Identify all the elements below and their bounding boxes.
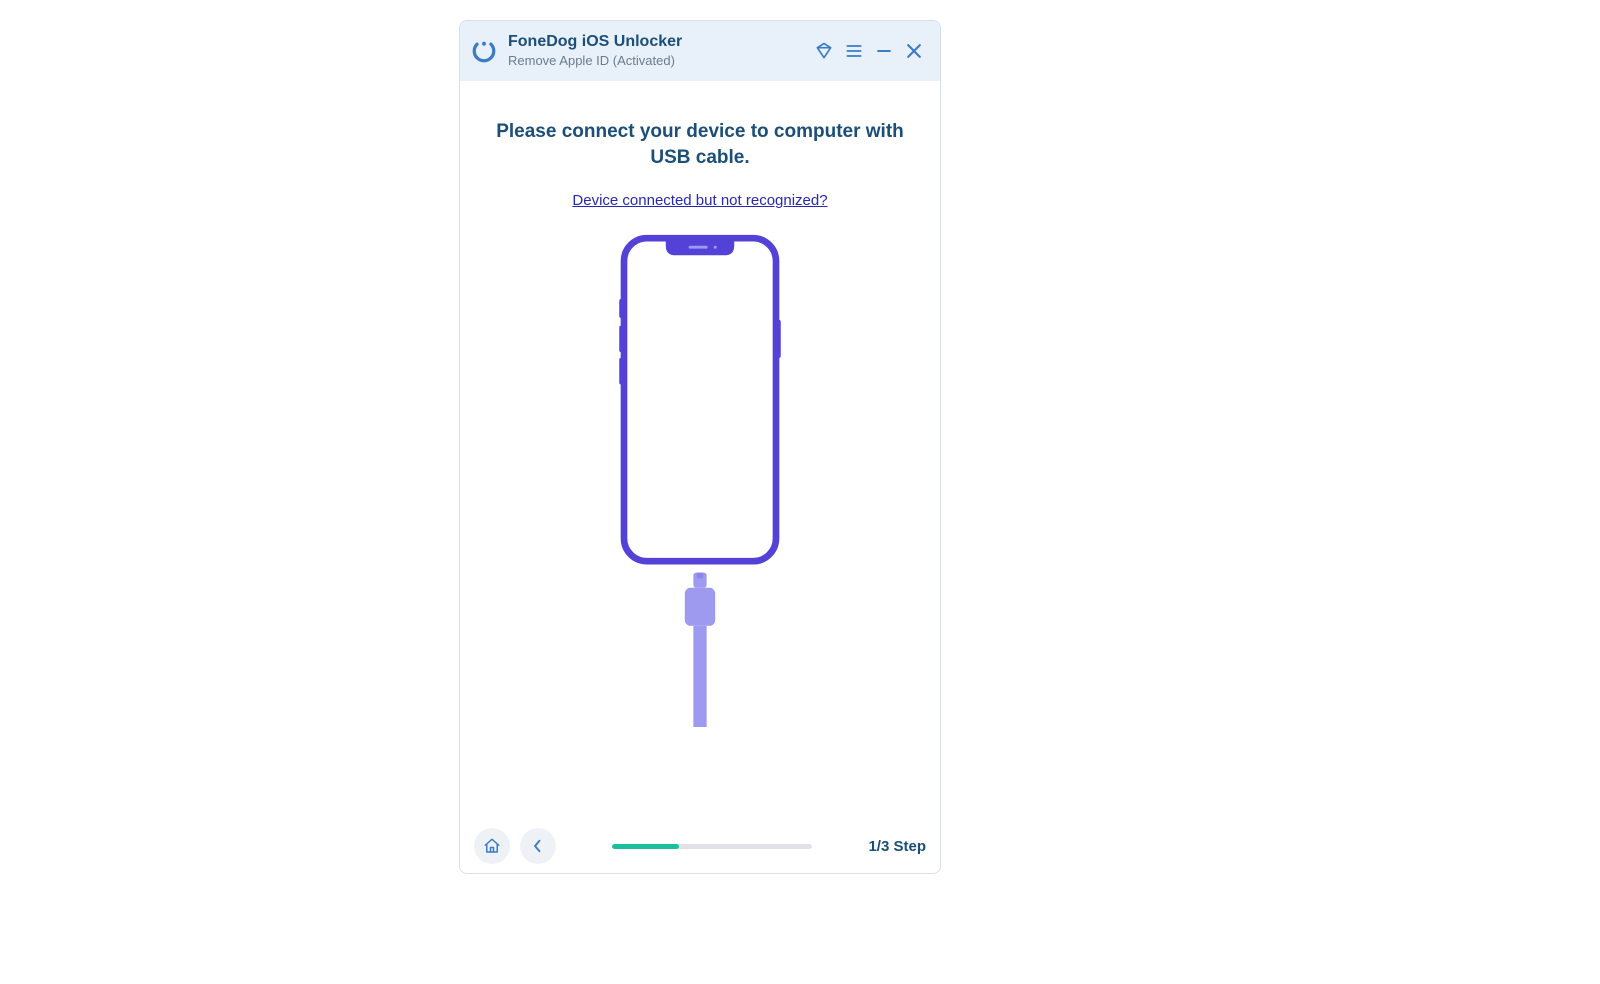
close-icon[interactable] — [902, 39, 926, 63]
app-subtitle: Remove Apple ID (Activated) — [508, 54, 812, 69]
chevron-left-icon — [529, 837, 547, 855]
progress-bar — [612, 844, 812, 849]
app-logo-icon — [470, 37, 498, 65]
phone-usb-illustration — [486, 232, 914, 727]
help-link[interactable]: Device connected but not recognized? — [572, 192, 827, 209]
main-content: Please connect your device to computer w… — [460, 81, 940, 819]
app-title: FoneDog iOS Unlocker — [508, 33, 812, 51]
instruction-text: Please connect your device to computer w… — [490, 119, 910, 170]
footer-bar: 1/3 Step — [460, 819, 940, 873]
step-indicator: 1/3 Step — [868, 838, 926, 855]
minimize-icon[interactable] — [872, 39, 896, 63]
menu-icon[interactable] — [842, 39, 866, 63]
home-button[interactable] — [474, 828, 510, 864]
title-text-group: FoneDog iOS Unlocker Remove Apple ID (Ac… — [508, 33, 812, 68]
home-icon — [483, 837, 501, 855]
diamond-icon[interactable] — [812, 39, 836, 63]
back-button[interactable] — [520, 828, 556, 864]
app-window: FoneDog iOS Unlocker Remove Apple ID (Ac… — [459, 20, 941, 874]
title-bar: FoneDog iOS Unlocker Remove Apple ID (Ac… — [460, 21, 940, 81]
progress-wrap — [566, 844, 858, 849]
window-controls — [812, 39, 926, 63]
progress-fill — [612, 844, 679, 849]
